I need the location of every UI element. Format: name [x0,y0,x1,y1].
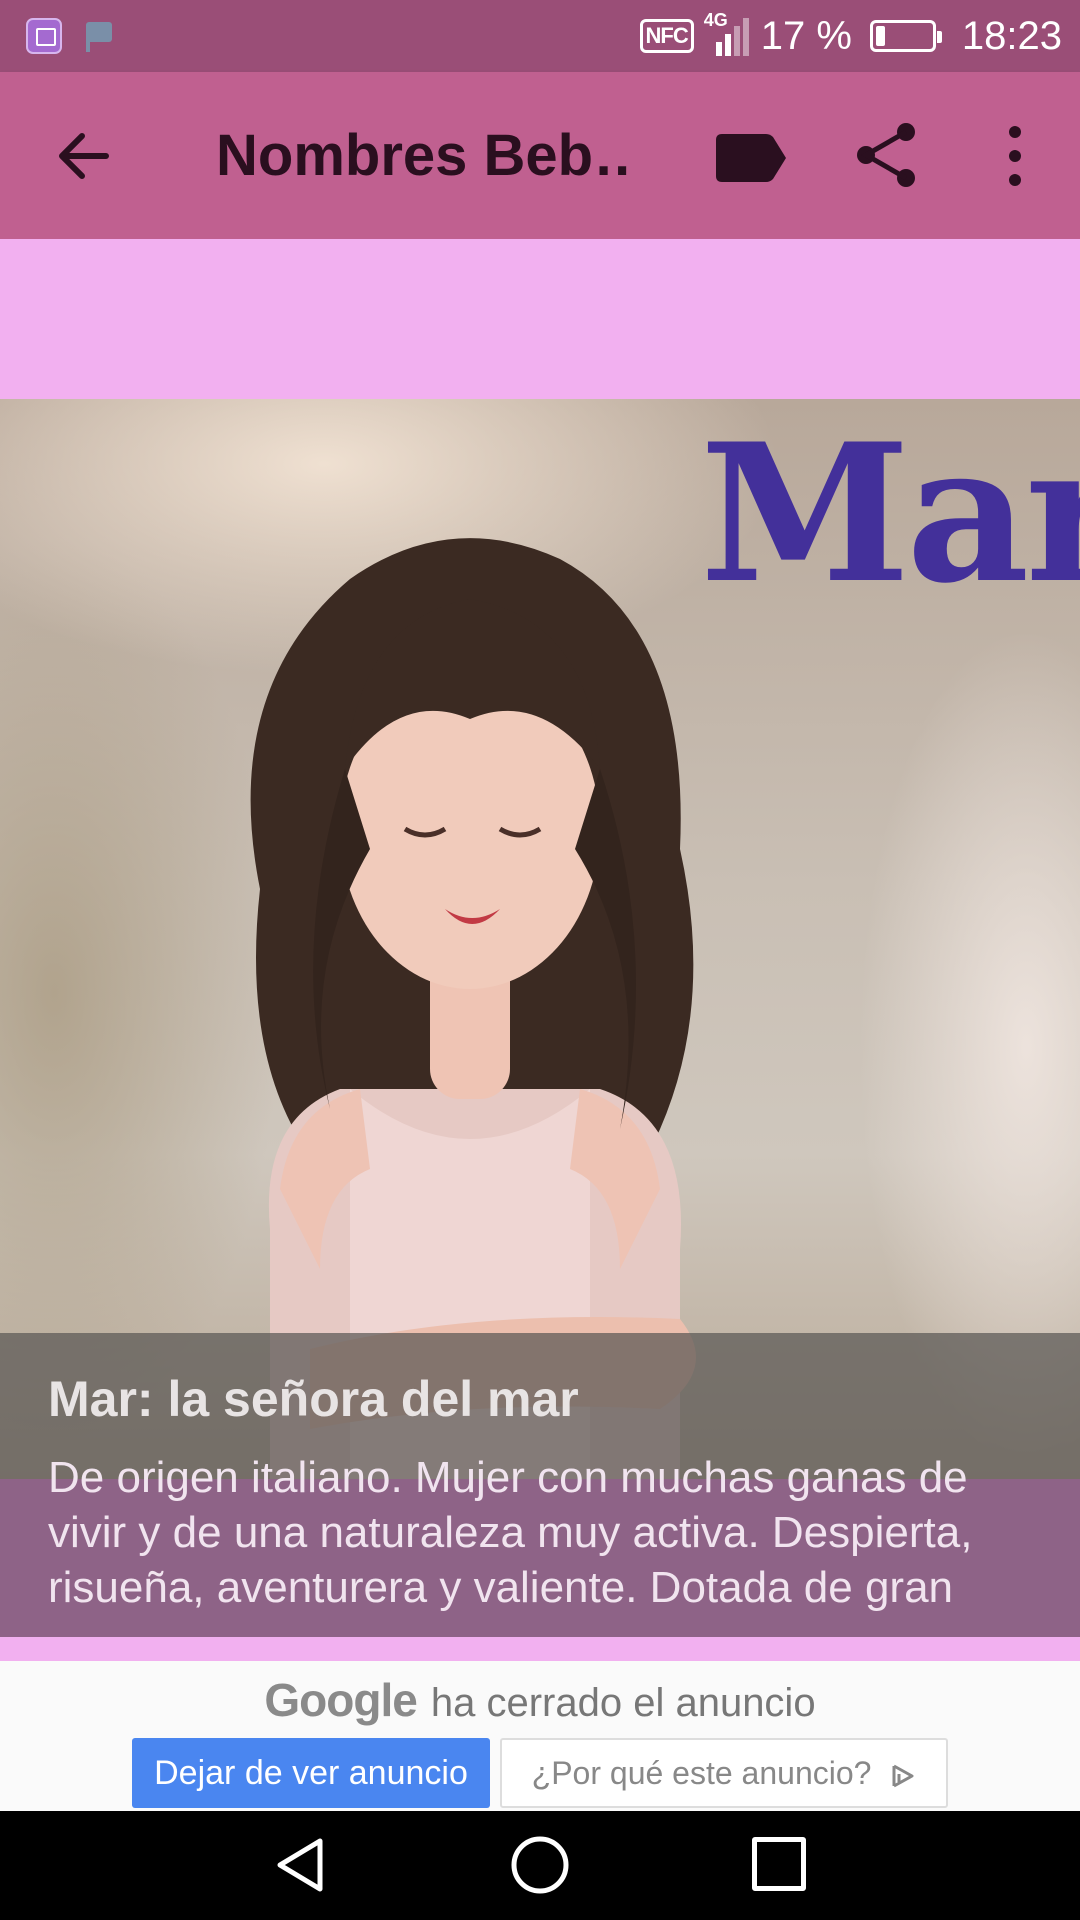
stop-seeing-ad-button[interactable]: Dejar de ver anuncio [132,1738,490,1808]
battery-icon [869,20,942,52]
gallery-notification-icon [26,18,62,54]
caption-title: Mar: la señora del mar [48,1371,579,1427]
closed-ad-message-row: Google ha cerrado el anuncio [0,1673,1080,1727]
nav-recent-apps-icon[interactable] [752,1837,806,1891]
status-bar: NFC 4G 17 % 18:23 [0,0,1080,72]
why-this-ad-button[interactable]: ¿Por qué este anuncio? [500,1738,948,1808]
share-icon [857,123,915,187]
caption-description: De origen italiano. Mujer con muchas gan… [48,1453,973,1612]
photo-name-overlay: Mar [700,402,1080,625]
google-logo: Google [264,1674,417,1726]
signal-bar [724,34,731,56]
back-arrow-icon [59,133,109,179]
label-button[interactable] [710,128,790,188]
signal-icon: 4G [704,10,749,56]
flag-notification-icon [82,18,116,52]
signal-bar [742,18,749,56]
clock: 18:23 [961,13,1062,58]
system-indicators: NFC 4G 17 % 18:23 [639,10,1062,62]
closed-ad-panel: Google ha cerrado el anuncio Dejar de ver… [0,1661,1080,1811]
adchoices-icon [892,1764,914,1787]
ad-banner-area [0,239,1080,399]
signal-bar [715,42,722,56]
name-photo: Mar [0,399,1080,1479]
app-bar: Nombres Beb… [0,72,1080,239]
signal-bar [733,26,740,56]
navigation-bar [0,1811,1080,1920]
network-type: 4G [703,10,728,30]
more-options-button[interactable] [990,122,1040,190]
nfc-icon: NFC [639,19,694,53]
notification-icons [26,18,116,54]
back-button[interactable] [50,122,118,190]
share-button[interactable] [852,120,922,190]
nav-home-icon[interactable] [510,1835,570,1895]
label-icon [716,134,786,182]
why-this-ad-label: ¿Por qué este anuncio? [531,1755,872,1791]
closed-ad-message: ha cerrado el anuncio [430,1681,816,1725]
divider [0,1637,1080,1661]
nav-back-icon[interactable] [272,1835,332,1895]
battery-percent: 17 % [760,13,852,58]
more-vert-icon [1009,126,1021,186]
page-title: Nombres Beb… [216,123,636,188]
battery-fill [875,26,885,46]
caption-description-clip: De origen italiano. Mujer con muchas gan… [0,1450,1080,1620]
